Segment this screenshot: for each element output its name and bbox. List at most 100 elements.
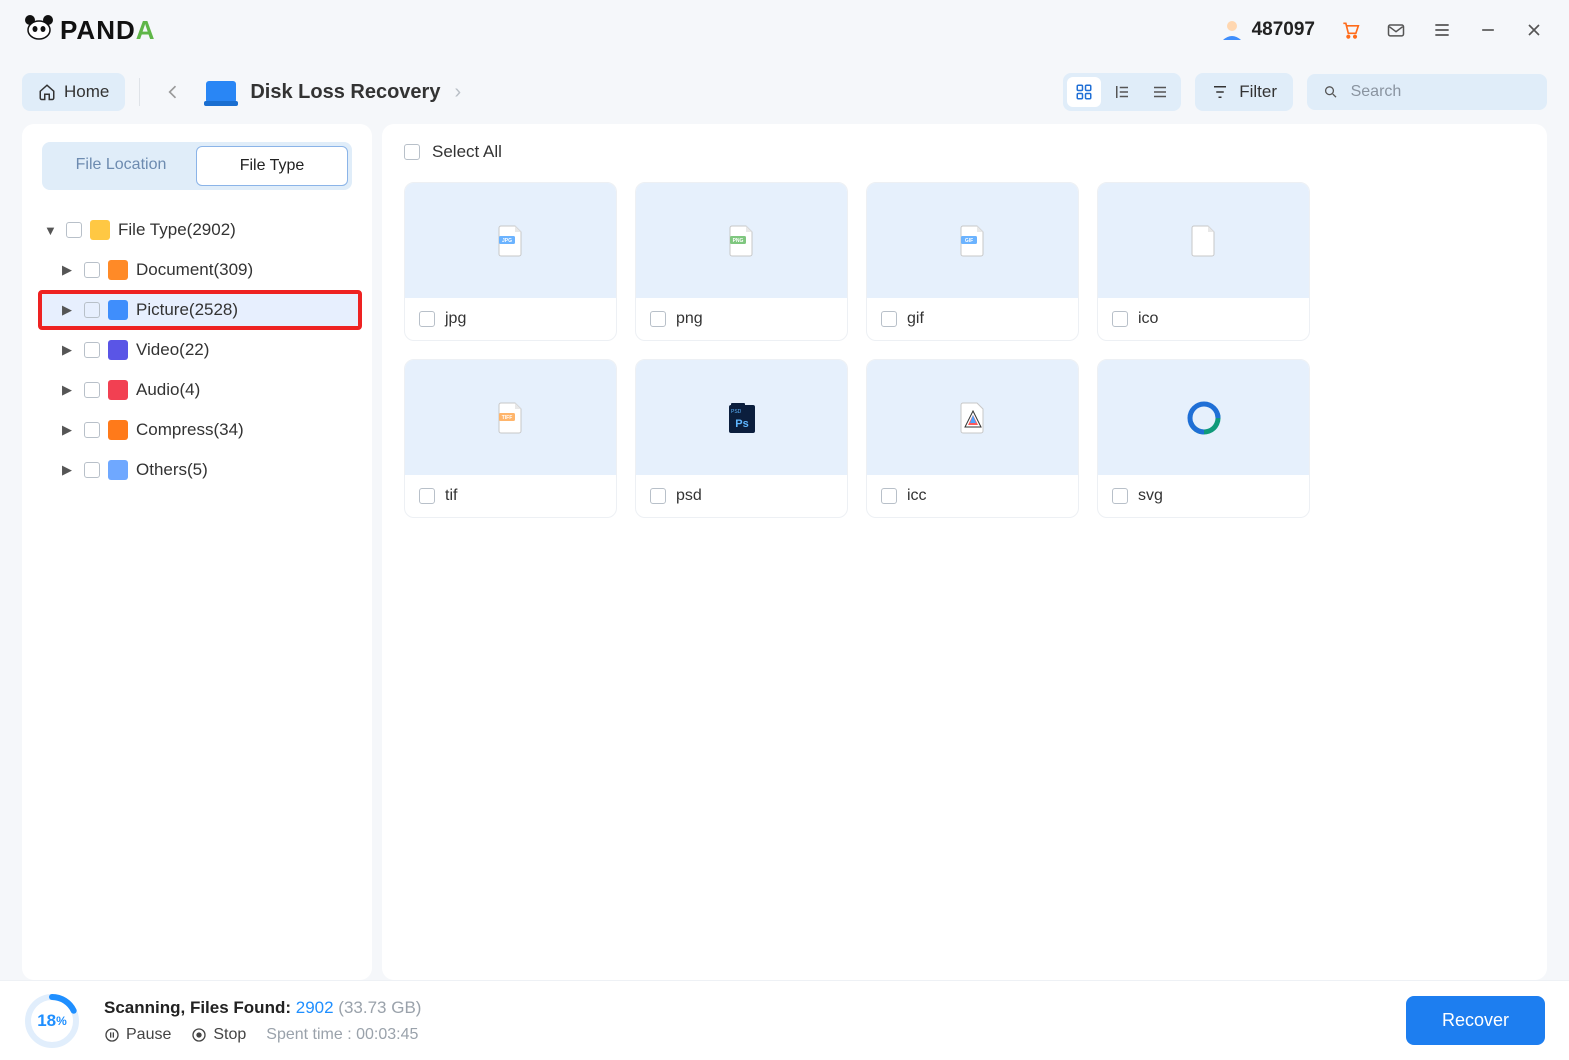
search-box[interactable] <box>1307 74 1547 110</box>
card-thumb: PNG <box>636 183 847 298</box>
tab-file-type[interactable]: File Type <box>196 146 348 186</box>
type-icon <box>108 420 128 440</box>
file-type-card[interactable]: icc <box>866 359 1079 518</box>
select-all-label: Select All <box>432 142 502 162</box>
found-count: 2902 <box>296 998 334 1017</box>
search-input[interactable] <box>1351 83 1531 101</box>
card-thumb: GIF <box>867 183 1078 298</box>
caret-right-icon: ▶ <box>62 382 76 398</box>
stop-button[interactable]: Stop <box>191 1026 246 1044</box>
filter-icon <box>1211 83 1229 101</box>
tree-item[interactable]: ▶ Audio(4) <box>38 370 362 410</box>
tree-label: Video(22) <box>136 340 209 360</box>
tree-root[interactable]: ▼ File Type(2902) <box>38 210 362 250</box>
type-icon <box>108 260 128 280</box>
checkbox[interactable] <box>1112 488 1128 504</box>
card-thumb: PSD Ps <box>636 360 847 475</box>
back-button[interactable] <box>154 73 192 111</box>
mail-icon[interactable] <box>1385 19 1407 41</box>
checkbox[interactable] <box>650 311 666 327</box>
card-label: png <box>676 310 703 328</box>
tree-item[interactable]: ▶ Others(5) <box>38 450 362 490</box>
checkbox[interactable] <box>84 422 100 438</box>
user-id: 487097 <box>1252 19 1315 41</box>
checkbox[interactable] <box>650 488 666 504</box>
file-type-card[interactable]: TIFF tif <box>404 359 617 518</box>
arrow-left-icon <box>163 82 183 102</box>
avatar-icon <box>1220 18 1244 42</box>
checkbox[interactable] <box>84 262 100 278</box>
file-type-card[interactable]: ico <box>1097 182 1310 341</box>
tree-item[interactable]: ▶ Compress(34) <box>38 410 362 450</box>
chevron-right-icon: › <box>454 81 461 104</box>
tab-file-location[interactable]: File Location <box>46 146 196 186</box>
caret-right-icon: ▶ <box>62 262 76 278</box>
stop-label: Stop <box>213 1026 246 1044</box>
filter-button[interactable]: Filter <box>1195 73 1293 111</box>
caret-down-icon: ▼ <box>44 223 58 238</box>
svg-text:PSD: PSD <box>731 409 742 415</box>
caret-right-icon: ▶ <box>62 462 76 478</box>
card-label: psd <box>676 487 702 505</box>
spent-time: Spent time : 00:03:45 <box>266 1026 418 1044</box>
scanning-label: Scanning, Files Found: <box>104 998 291 1017</box>
pause-icon <box>104 1027 120 1043</box>
detail-view-button[interactable] <box>1105 77 1139 107</box>
checkbox[interactable] <box>1112 311 1128 327</box>
card-thumb: TIFF <box>405 360 616 475</box>
type-icon <box>108 340 128 360</box>
folder-icon <box>90 220 110 240</box>
checkbox[interactable] <box>84 302 100 318</box>
tree-label: File Type(2902) <box>118 220 236 240</box>
card-label: jpg <box>445 310 466 328</box>
home-button[interactable]: Home <box>22 73 125 111</box>
checkbox[interactable] <box>419 311 435 327</box>
type-icon <box>108 300 128 320</box>
file-type-card[interactable]: PSD Ps psd <box>635 359 848 518</box>
checkbox[interactable] <box>881 311 897 327</box>
user-account[interactable]: 487097 <box>1220 18 1315 42</box>
close-icon[interactable] <box>1523 19 1545 41</box>
tree-item[interactable]: ▶ Picture(2528) <box>38 290 362 330</box>
content-area: Select All JPG jpg PNG png GIF gif ico T… <box>382 124 1547 980</box>
stop-icon <box>191 1027 207 1043</box>
card-thumb <box>1098 183 1309 298</box>
file-tree: ▼ File Type(2902) ▶ Document(309) ▶ Pict… <box>32 210 362 490</box>
view-toggle <box>1063 73 1181 111</box>
list-view-button[interactable] <box>1143 77 1177 107</box>
file-type-card[interactable]: PNG png <box>635 182 848 341</box>
progress-ring: 18% <box>24 993 80 1049</box>
card-label: tif <box>445 487 457 505</box>
cart-icon[interactable] <box>1339 19 1361 41</box>
svg-text:TIFF: TIFF <box>501 415 512 421</box>
tree-item[interactable]: ▶ Document(309) <box>38 250 362 290</box>
menu-icon[interactable] <box>1431 19 1453 41</box>
checkbox[interactable] <box>881 488 897 504</box>
tree-label: Audio(4) <box>136 380 200 400</box>
checkbox[interactable] <box>84 342 100 358</box>
svg-text:PNG: PNG <box>732 238 743 244</box>
file-type-card[interactable]: svg <box>1097 359 1310 518</box>
file-type-card[interactable]: JPG jpg <box>404 182 617 341</box>
type-icon <box>108 380 128 400</box>
minimize-icon[interactable] <box>1477 19 1499 41</box>
progress-suffix: % <box>56 1014 67 1028</box>
file-type-card[interactable]: GIF gif <box>866 182 1079 341</box>
panda-icon <box>24 14 54 47</box>
svg-text:JPG: JPG <box>501 238 511 244</box>
grid-view-button[interactable] <box>1067 77 1101 107</box>
recover-button[interactable]: Recover <box>1406 996 1545 1045</box>
checkbox[interactable] <box>419 488 435 504</box>
card-label: gif <box>907 310 924 328</box>
found-size: (33.73 GB) <box>338 998 421 1017</box>
logo-text: PANDA <box>60 15 156 46</box>
select-all-checkbox[interactable] <box>404 144 420 160</box>
pause-button[interactable]: Pause <box>104 1026 171 1044</box>
tree-item[interactable]: ▶ Video(22) <box>38 330 362 370</box>
progress-value: 18 <box>37 1011 56 1031</box>
svg-text:GIF: GIF <box>964 238 972 244</box>
checkbox[interactable] <box>66 222 82 238</box>
checkbox[interactable] <box>84 462 100 478</box>
checkbox[interactable] <box>84 382 100 398</box>
svg-text:Ps: Ps <box>735 418 748 430</box>
